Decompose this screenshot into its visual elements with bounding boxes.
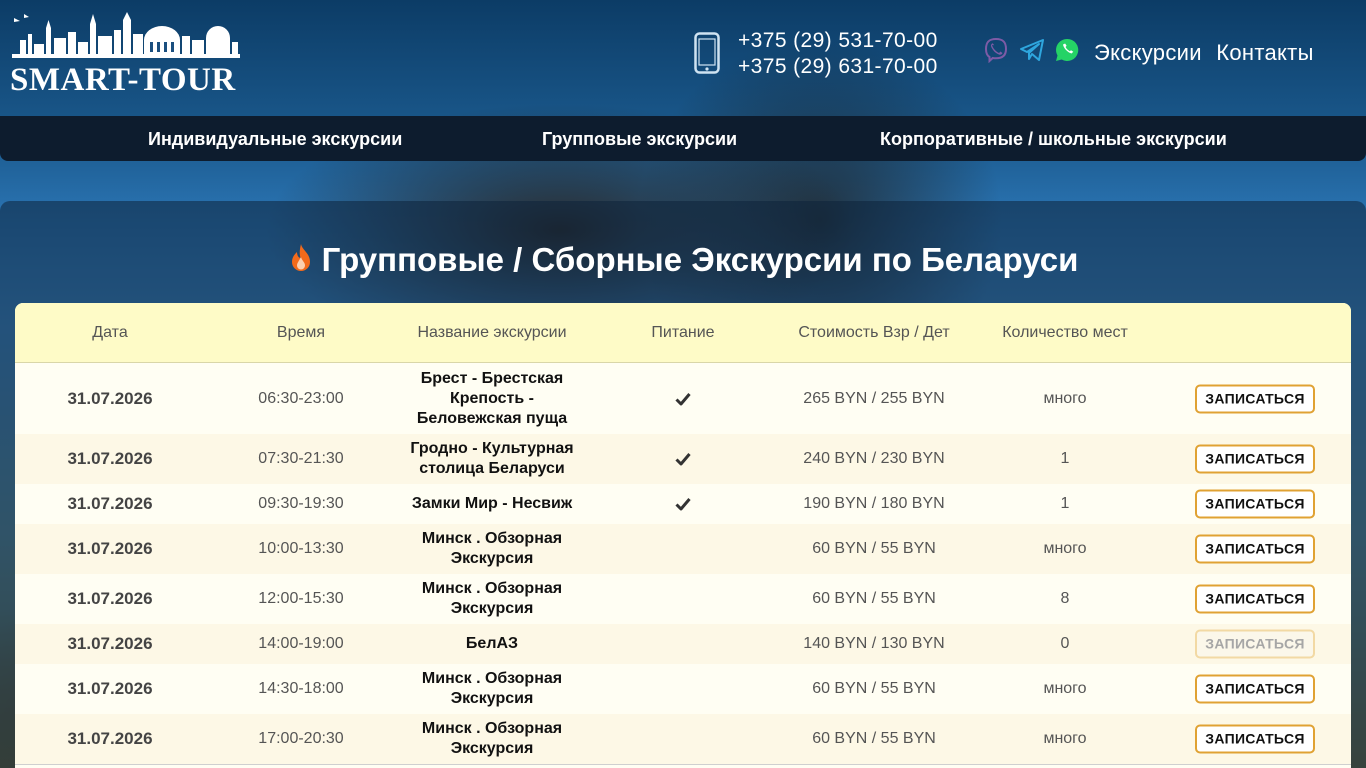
- excursions-table: Дата Время Название экскурсии Питание Ст…: [15, 303, 1351, 768]
- top-links: Экскурсии Контакты: [1094, 40, 1322, 66]
- price-cell: 60 BYN / 55 BYN: [812, 540, 936, 557]
- time-cell: 17:00-20:30: [258, 730, 344, 747]
- telegram-icon[interactable]: [1019, 37, 1045, 63]
- phone-icon: [694, 32, 720, 74]
- signup-button: ЗАПИСАТЬСЯ: [1195, 629, 1315, 659]
- time-cell: 10:00-13:30: [258, 540, 344, 557]
- table-row: 31.07.2026 17:00-20:30 Минск . Обзорная Эк…: [15, 714, 1351, 764]
- price-cell: 60 BYN / 55 BYN: [812, 730, 936, 747]
- time-cell: 07:30-21:30: [258, 450, 344, 467]
- date-cell: 31.07.2026: [67, 449, 153, 468]
- seats-cell: 0: [1060, 635, 1070, 652]
- signup-button[interactable]: ЗАПИСАТЬСЯ: [1195, 444, 1315, 474]
- logo-text: SMART-TOUR: [10, 62, 236, 98]
- table-row: 31.07.2026 14:00-19:00 БелАЗ 140 BYN / 130 …: [15, 624, 1351, 664]
- seats-cell: 1: [1060, 495, 1070, 512]
- excursion-name-cell[interactable]: Минск . Обзорная Экскурсия: [402, 719, 582, 759]
- date-cell: 31.07.2026: [67, 389, 153, 408]
- phone-number-1[interactable]: +375 (29) 531-70-00: [738, 28, 938, 54]
- date-cell: 31.07.2026: [67, 679, 153, 698]
- whatsapp-icon[interactable]: [1054, 37, 1080, 63]
- seats-cell: много: [1043, 730, 1087, 747]
- column-header-seats: Количество мест: [1002, 324, 1128, 341]
- page-title-text: Групповые / Сборные Экскурсии по Беларус…: [321, 241, 1079, 278]
- city-skyline-icon: [12, 12, 240, 58]
- seats-cell: 8: [1060, 590, 1070, 607]
- excursion-name-cell[interactable]: Замки Мир - Несвиж: [402, 494, 582, 514]
- table-row: 31.07.2026 09:30-19:30 Замки Мир - Несвиж 1…: [15, 484, 1351, 524]
- date-cell: 31.07.2026: [67, 729, 153, 748]
- price-cell: 240 BYN / 230 BYN: [803, 450, 945, 467]
- signup-button[interactable]: ЗАПИСАТЬСЯ: [1195, 724, 1315, 754]
- site-header: SMART-TOUR +375 (29) 531-70-00 +375 (29)…: [0, 0, 1366, 116]
- table-row: 31.07.2026 10:00-13:30 Минск . Обзорная Эк…: [15, 524, 1351, 574]
- signup-button[interactable]: ЗАПИСАТЬСЯ: [1195, 384, 1315, 414]
- excursion-name-cell[interactable]: Брест - Брестская Крепость - Беловежская…: [402, 369, 582, 429]
- excursion-name-cell[interactable]: Гродно - Культурная столица Беларуси: [402, 439, 582, 479]
- excursions-panel: Групповые / Сборные Экскурсии по Беларус…: [0, 201, 1366, 768]
- seats-cell: много: [1043, 540, 1087, 557]
- main-navigation: Индивидуальные экскурсии Групповые экску…: [0, 116, 1366, 161]
- price-cell: 60 BYN / 55 BYN: [812, 590, 936, 607]
- time-cell: 14:30-18:00: [258, 680, 344, 697]
- date-cell: 31.07.2026: [67, 589, 153, 608]
- signup-button[interactable]: ЗАПИСАТЬСЯ: [1195, 534, 1315, 564]
- table-divider: [15, 764, 1351, 765]
- column-header-price: Стоимость Взр / Дет: [798, 324, 950, 341]
- price-cell: 190 BYN / 180 BYN: [803, 495, 945, 512]
- price-cell: 140 BYN / 130 BYN: [803, 635, 945, 652]
- column-header-time: Время: [276, 324, 326, 341]
- meal-check-icon: [675, 392, 691, 406]
- nav-item-corporate[interactable]: Корпоративные / школьные экскурсии: [880, 129, 1227, 150]
- excursion-name-cell[interactable]: БелАЗ: [402, 634, 582, 654]
- site-logo[interactable]: SMART-TOUR: [10, 10, 242, 98]
- nav-item-group[interactable]: Групповые экскурсии: [542, 129, 737, 150]
- signup-button[interactable]: ЗАПИСАТЬСЯ: [1195, 674, 1315, 704]
- seats-cell: много: [1043, 390, 1087, 407]
- time-cell: 14:00-19:00: [258, 635, 344, 652]
- time-cell: 06:30-23:00: [258, 390, 344, 407]
- meal-check-icon: [675, 497, 691, 511]
- signup-button[interactable]: ЗАПИСАТЬСЯ: [1195, 584, 1315, 614]
- table-row: 31.07.2026 07:30-21:30 Гродно - Культурная…: [15, 434, 1351, 484]
- column-header-name: Название экскурсии: [417, 324, 567, 341]
- excursion-name-cell[interactable]: Минск . Обзорная Экскурсия: [402, 669, 582, 709]
- excursion-name-cell[interactable]: Минск . Обзорная Экскурсия: [402, 579, 582, 619]
- meal-check-icon: [675, 452, 691, 466]
- date-cell: 31.07.2026: [67, 539, 153, 558]
- column-header-meal: Питание: [651, 324, 715, 341]
- page-title: Групповые / Сборные Экскурсии по Беларус…: [0, 241, 1366, 279]
- signup-button[interactable]: ЗАПИСАТЬСЯ: [1195, 489, 1315, 519]
- time-cell: 09:30-19:30: [258, 495, 344, 512]
- seats-cell: много: [1043, 680, 1087, 697]
- table-row: 31.07.2026 14:30-18:00 Минск . Обзорная Эк…: [15, 664, 1351, 714]
- table-row: 31.07.2026 06:30-23:00 Брест - Брестская К…: [15, 364, 1351, 434]
- nav-item-individual[interactable]: Индивидуальные экскурсии: [148, 129, 402, 150]
- phone-number-2[interactable]: +375 (29) 631-70-00: [738, 54, 938, 80]
- time-cell: 12:00-15:30: [258, 590, 344, 607]
- excursion-name-cell[interactable]: Минск . Обзорная Экскурсия: [402, 529, 582, 569]
- table-header: Дата Время Название экскурсии Питание Ст…: [15, 303, 1351, 363]
- date-cell: 31.07.2026: [67, 634, 153, 653]
- column-header-date: Дата: [92, 324, 128, 341]
- table-row: 31.07.2026 12:00-15:30 Минск . Обзорная Эк…: [15, 574, 1351, 624]
- viber-icon[interactable]: [983, 37, 1009, 63]
- fire-icon: [291, 244, 310, 271]
- seats-cell: 1: [1060, 450, 1070, 467]
- date-cell: 31.07.2026: [67, 494, 153, 513]
- price-cell: 60 BYN / 55 BYN: [812, 680, 936, 697]
- top-link-contacts[interactable]: Контакты: [1216, 40, 1313, 65]
- top-link-excursions[interactable]: Экскурсии: [1094, 40, 1202, 65]
- price-cell: 265 BYN / 255 BYN: [803, 390, 945, 407]
- phone-numbers: +375 (29) 531-70-00 +375 (29) 631-70-00: [738, 28, 938, 80]
